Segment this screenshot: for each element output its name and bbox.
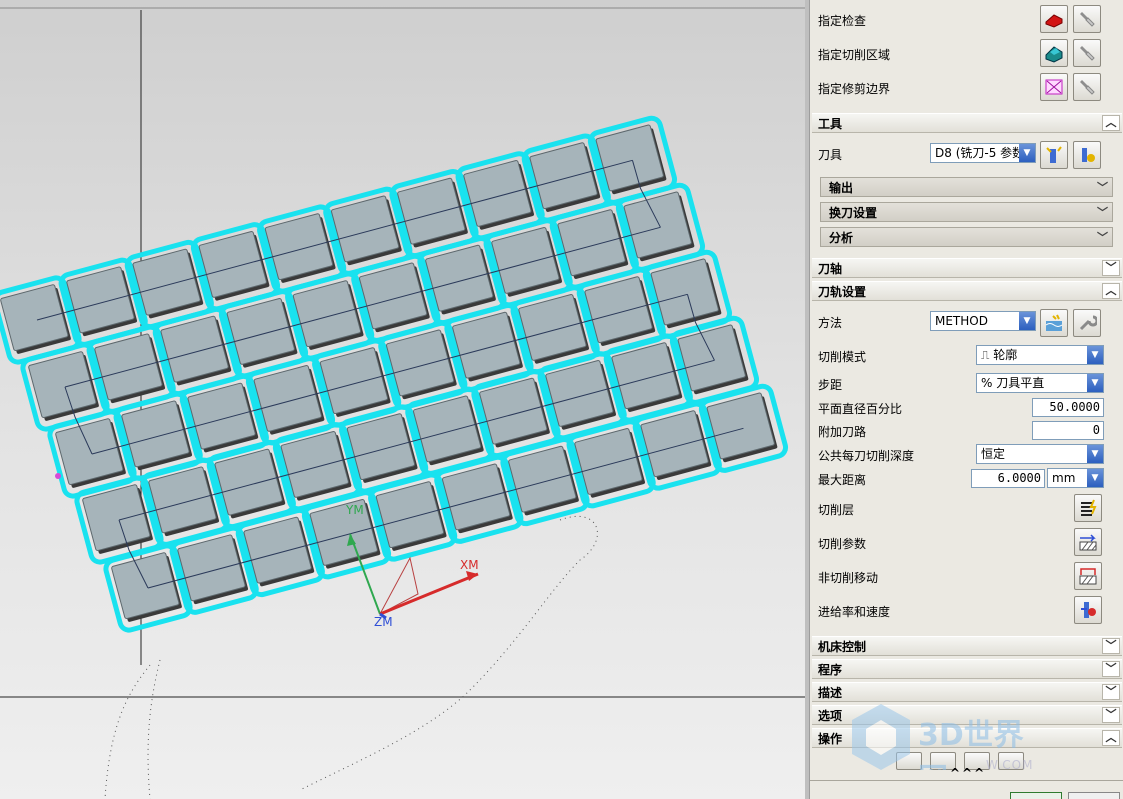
feeds-speeds-label: 进给率和速度	[818, 605, 891, 619]
edit-tool-icon[interactable]	[1073, 141, 1101, 169]
cut-params-icon[interactable]	[1074, 528, 1102, 556]
analysis-subsection[interactable]: 分析 ﹀	[820, 227, 1113, 247]
cut-levels-label: 切削层	[818, 503, 855, 517]
part-model-view[interactable]: YM XM ZM	[0, 0, 805, 799]
options-section-header[interactable]: 选项 ﹀	[812, 705, 1122, 725]
x-axis-line	[379, 572, 479, 616]
expand-icon[interactable]: ﹀	[1102, 661, 1120, 677]
collapse-icon[interactable]: ︿	[1102, 283, 1120, 299]
percent-input[interactable]: 50.0000	[1032, 398, 1104, 417]
program-section-header[interactable]: 程序 ﹀	[812, 659, 1122, 679]
x-axis-label: XM	[460, 558, 479, 572]
operation-dialog: 指定检查 指定切削区域 指定修剪边界 工具 ︿ 刀具 D8 (铣刀-5 参数 ▼…	[809, 0, 1123, 799]
dotted-curve	[147, 659, 161, 799]
specify-trim-boundary-label: 指定修剪边界	[818, 82, 891, 96]
new-tool-icon[interactable]	[1040, 141, 1068, 169]
feeds-speeds-icon[interactable]	[1074, 596, 1102, 624]
trim-boundary-icon[interactable]	[1040, 73, 1068, 101]
specify-check-label: 指定检查	[818, 14, 867, 28]
check-body-icon[interactable]	[1040, 5, 1068, 33]
flashlight-icon[interactable]	[1073, 39, 1101, 67]
cut-mode-select[interactable]: ⎍ 轮廓 ▼	[976, 345, 1104, 365]
flashlight-icon[interactable]	[1073, 73, 1101, 101]
description-section-header[interactable]: 描述 ﹀	[812, 682, 1122, 702]
tool-label: 刀具	[818, 148, 843, 162]
depth-label: 公共每刀切削深度	[818, 449, 915, 463]
extra-passes-label: 附加刀路	[818, 425, 867, 439]
z-axis-label: ZM	[374, 615, 393, 629]
expand-icon[interactable]: ﹀	[1102, 707, 1120, 723]
chevron-down-icon[interactable]: ▼	[1087, 346, 1103, 364]
output-subsection[interactable]: 输出 ﹀	[820, 177, 1113, 197]
chevron-down-icon[interactable]: ▼	[1087, 469, 1103, 487]
actions-section-header[interactable]: 操作 ︿	[812, 728, 1122, 748]
list-icon[interactable]	[998, 752, 1024, 770]
ok-button[interactable]	[1010, 792, 1062, 799]
percent-label: 平面直径百分比	[818, 402, 903, 416]
stepover-label: 步距	[818, 378, 843, 392]
cut-mode-label: 切削模式	[818, 350, 867, 364]
cut-params-label: 切削参数	[818, 537, 867, 551]
cut-levels-icon[interactable]	[1074, 494, 1102, 522]
method-select[interactable]: METHOD ▼	[930, 311, 1036, 331]
cancel-button[interactable]	[1068, 792, 1120, 799]
new-method-icon[interactable]	[1040, 309, 1068, 337]
flashlight-icon[interactable]	[1073, 5, 1101, 33]
start-point-marker	[55, 473, 61, 479]
non-cut-moves-label: 非切削移动	[818, 571, 879, 585]
depth-select[interactable]: 恒定 ▼	[976, 444, 1104, 464]
chevron-down-icon[interactable]: ﹀	[1097, 203, 1108, 223]
path-settings-section-header[interactable]: 刀轨设置 ︿	[812, 281, 1122, 301]
dialog-footer: ^^^	[810, 766, 1123, 799]
max-distance-input[interactable]: 6.0000	[971, 469, 1045, 488]
tool-change-subsection[interactable]: 换刀设置 ﹀	[820, 202, 1113, 222]
generate-icon[interactable]	[896, 752, 922, 770]
chevron-down-icon[interactable]: ▼	[1019, 312, 1035, 330]
chevron-down-icon[interactable]: ▼	[1087, 445, 1103, 463]
non-cut-moves-icon[interactable]	[1074, 562, 1102, 590]
chevron-down-icon[interactable]: ﹀	[1097, 178, 1108, 198]
chevron-down-icon[interactable]: ▼	[1087, 374, 1103, 392]
method-label: 方法	[818, 316, 843, 330]
chevron-down-icon[interactable]: ▼	[1019, 144, 1035, 162]
y-axis-label: YM	[345, 503, 364, 517]
tool-axis-section-header[interactable]: 刀轴 ﹀	[812, 258, 1122, 278]
wrench-icon[interactable]	[1073, 309, 1101, 337]
expand-icon[interactable]: ﹀	[1102, 260, 1120, 276]
chevron-down-icon[interactable]: ﹀	[1097, 228, 1108, 248]
dotted-curve	[104, 664, 151, 799]
expand-icon[interactable]: ﹀	[1102, 638, 1120, 654]
tool-select[interactable]: D8 (铣刀-5 参数 ▼	[930, 143, 1036, 163]
collapse-icon[interactable]: ︿	[1102, 115, 1120, 131]
specify-cut-area-label: 指定切削区域	[818, 48, 891, 62]
tool-section-header[interactable]: 工具 ︿	[812, 113, 1122, 133]
collapse-icon[interactable]: ︿	[1102, 730, 1120, 746]
more-chevrons-icon[interactable]: ^^^	[950, 766, 986, 780]
expand-icon[interactable]: ﹀	[1102, 684, 1120, 700]
machine-control-section-header[interactable]: 机床控制 ﹀	[812, 636, 1122, 656]
extra-passes-input[interactable]: 0	[1032, 421, 1104, 440]
stepover-select[interactable]: % 刀具平直 ▼	[976, 373, 1104, 393]
unit-select[interactable]: mm ▼	[1047, 468, 1104, 488]
max-distance-label: 最大距离	[818, 473, 867, 487]
cut-area-icon[interactable]	[1040, 39, 1068, 67]
profile-mode-icon: ⎍	[981, 348, 990, 362]
graphics-viewport[interactable]: YM XM ZM	[0, 0, 805, 799]
pocket-array[interactable]	[0, 115, 789, 633]
